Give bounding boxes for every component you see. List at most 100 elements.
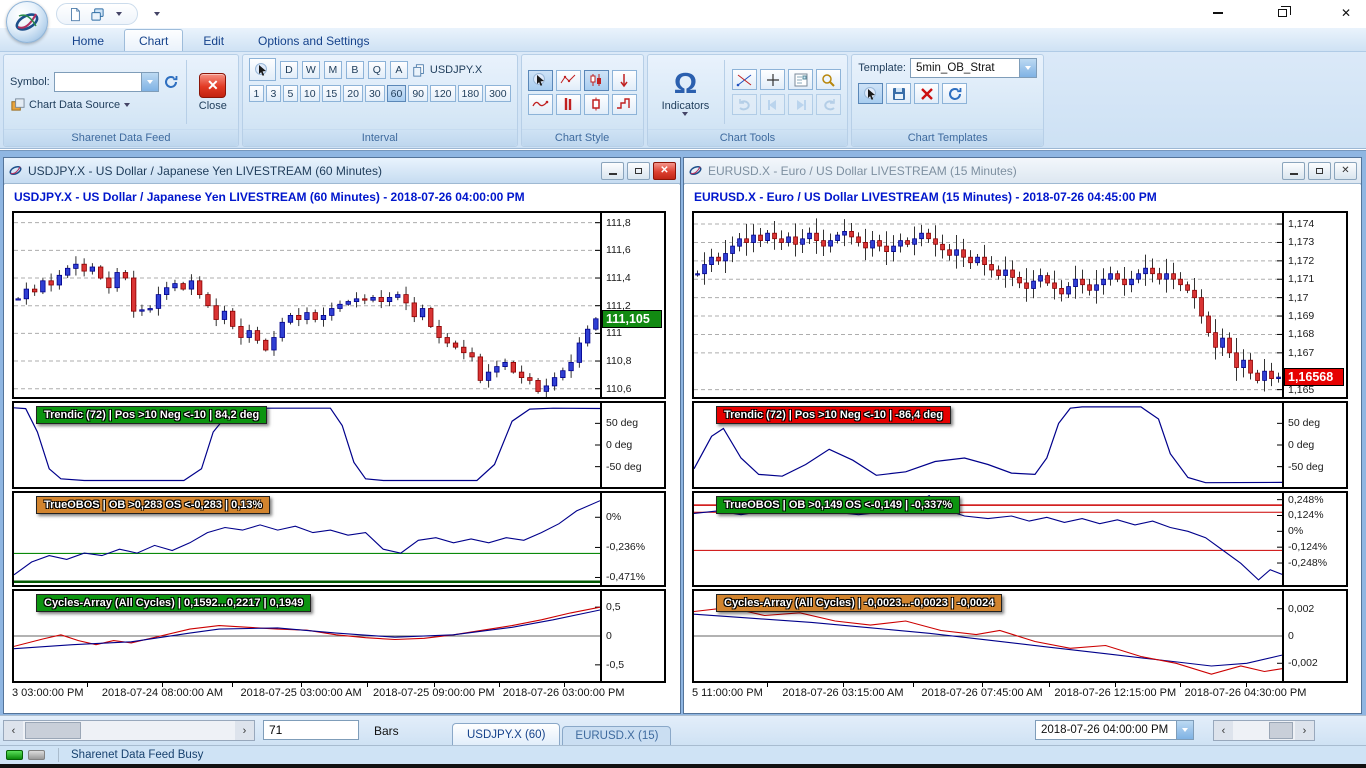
ribbon-tab-home[interactable]: Home [58, 30, 118, 51]
bar-drop-style-button[interactable] [612, 70, 637, 91]
child-close-button[interactable]: ✕ [653, 162, 676, 180]
period-m-button[interactable]: M [324, 61, 342, 79]
axis-tick-label: -0,124% [1288, 541, 1327, 553]
axis-tick-label: 1,168 [1288, 328, 1314, 340]
ribbon-tab-options-and-settings[interactable]: Options and Settings [244, 30, 383, 51]
watchlist-tool-button[interactable] [788, 69, 813, 90]
vbars-style-button[interactable] [556, 94, 581, 115]
axis-tick-label: 0% [606, 511, 621, 523]
magnifier-tool-button[interactable] [816, 69, 841, 90]
chart-scrollbar-left[interactable]: ‹ › [3, 720, 255, 741]
child-minimize-button[interactable] [1282, 162, 1305, 180]
close-button[interactable]: ✕ [1336, 3, 1356, 23]
symbol-dropdown-button[interactable] [141, 73, 158, 91]
group-interval: DWMBQA USDJPY.X 135101520306090120180300… [242, 54, 518, 147]
restore-button[interactable] [1272, 3, 1292, 23]
child-title-bar[interactable]: EURUSD.X - Euro / US Dollar LIVESTREAM (… [684, 158, 1361, 184]
candlestick-plot[interactable] [692, 211, 1284, 399]
symbol-combobox[interactable] [54, 72, 159, 92]
template-combobox[interactable]: 5min_OB_Strat [910, 58, 1037, 78]
interval-3-button[interactable]: 3 [266, 85, 281, 102]
interval-300-button[interactable]: 300 [485, 85, 511, 102]
interval-90-button[interactable]: 90 [408, 85, 428, 102]
cursor-icon [253, 62, 271, 78]
period-w-button[interactable]: W [302, 61, 320, 79]
interval-60-button[interactable]: 60 [387, 85, 407, 102]
child-maximize-button[interactable] [627, 162, 650, 180]
interval-10-button[interactable]: 10 [300, 85, 320, 102]
child-title-bar[interactable]: USDJPY.X - US Dollar / Japanese Yen LIVE… [4, 158, 680, 184]
interval-120-button[interactable]: 120 [430, 85, 456, 102]
child-window-title: EURUSD.X - Euro / US Dollar LIVESTREAM (… [708, 164, 1017, 178]
interval-5-button[interactable]: 5 [283, 85, 298, 102]
candles-style-button[interactable] [584, 70, 609, 91]
x-axis-tick [843, 682, 844, 687]
indicators-button[interactable]: Ω Indicators [654, 69, 718, 116]
bars-count-input[interactable] [263, 720, 359, 740]
indicator-plot[interactable]: TrueOBOS | OB >0,283 OS <-0,283 | 0,13% [12, 491, 602, 587]
axis-tick-label: 110,8 [606, 355, 632, 367]
chart-data-source-button[interactable]: Chart Data Source [10, 97, 179, 112]
new-document-button[interactable] [66, 5, 84, 23]
interval-30-button[interactable]: 30 [365, 85, 385, 102]
interval-15-button[interactable]: 15 [322, 85, 342, 102]
crosshair-tool-button[interactable] [760, 69, 785, 90]
doc-tab-usdjpy-x-60-[interactable]: USDJPY.X (60) [452, 723, 560, 746]
ribbon-tab-chart[interactable]: Chart [124, 29, 183, 51]
close-chart-button[interactable]: ✕ Close [194, 73, 232, 112]
indicator-plot[interactable]: TrueOBOS | OB >0,149 OS <-0,149 | -0,337… [692, 491, 1284, 587]
period-d-button[interactable]: D [280, 61, 298, 79]
trend-lines-tool-button[interactable] [732, 69, 757, 90]
scroll-thumb[interactable] [1269, 722, 1293, 739]
indicator-plot[interactable]: Trendic (72) | Pos >10 Neg <-10 | -86,4 … [692, 401, 1284, 489]
interval-1-button[interactable]: 1 [249, 85, 264, 102]
indicator-plot[interactable]: Trendic (72) | Pos >10 Neg <-10 | 84,2 d… [12, 401, 602, 489]
template-dropdown-button[interactable] [1019, 59, 1036, 77]
datetime-combobox[interactable]: 2018-07-26 04:00:00 PM [1035, 720, 1194, 740]
indicator-plot[interactable]: Cycles-Array (All Cycles) | -0,0023...-0… [692, 589, 1284, 683]
doc-tab-eurusd-x-15-[interactable]: EURUSD.X (15) [562, 726, 671, 746]
x-axis-label: 3 03:00:00 PM [12, 687, 84, 699]
candlestick-plot[interactable] [12, 211, 602, 399]
child-close-button[interactable]: ✕ [1334, 162, 1357, 180]
indicator-plot[interactable]: Cycles-Array (All Cycles) | 0,1592...0,2… [12, 589, 602, 683]
axis-tick-label: -0,002 [1288, 657, 1318, 669]
cursor-style-button[interactable] [528, 70, 553, 91]
scroll-thumb[interactable] [25, 722, 81, 739]
wave-style-button[interactable] [528, 94, 553, 115]
template-delete-button[interactable] [914, 83, 939, 104]
template-refresh-button[interactable] [942, 83, 967, 104]
scroll-right-icon[interactable]: › [235, 721, 254, 740]
datetime-dropdown-button[interactable] [1176, 721, 1193, 739]
child-minimize-button[interactable] [601, 162, 624, 180]
period-a-button[interactable]: A [390, 61, 408, 79]
steps-style-button[interactable] [612, 94, 637, 115]
app-logo-button[interactable] [6, 1, 48, 43]
interval-20-button[interactable]: 20 [343, 85, 363, 102]
child-window-controls: ✕ [601, 162, 676, 180]
chart-scrollbar-right[interactable]: ‹ › [1213, 720, 1315, 741]
refresh-icon[interactable] [163, 74, 179, 90]
trendic-panel: Trendic (72) | Pos >10 Neg <-10 | -86,4 … [692, 401, 1348, 489]
line-dots-style-button[interactable] [556, 70, 581, 91]
period-b-button[interactable]: B [346, 61, 364, 79]
ohlc-box-style-button[interactable] [584, 94, 609, 115]
ribbon-tab-edit[interactable]: Edit [189, 30, 238, 51]
interval-180-button[interactable]: 180 [458, 85, 484, 102]
window-arrange-button[interactable] [88, 5, 106, 23]
time-axis: 5 11:00:00 PM2018-07-26 03:15:00 AM2018-… [692, 685, 1284, 701]
indicator-label: Cycles-Array (All Cycles) | 0,1592...0,2… [36, 594, 311, 612]
template-save-button[interactable] [886, 83, 911, 104]
scroll-right-icon[interactable]: › [1295, 721, 1314, 740]
period-q-button[interactable]: Q [368, 61, 386, 79]
minimize-button[interactable] [1208, 3, 1228, 23]
child-maximize-button[interactable] [1308, 162, 1331, 180]
pages-icon [412, 63, 426, 77]
customize-quick-access-button[interactable] [150, 7, 164, 21]
window-arrange-dropdown[interactable] [110, 5, 128, 23]
template-cursor-button[interactable] [858, 83, 883, 104]
pointer-mode-button[interactable] [249, 58, 276, 81]
template-buttons [858, 83, 967, 104]
scroll-left-icon[interactable]: ‹ [1214, 721, 1233, 740]
scroll-left-icon[interactable]: ‹ [4, 721, 23, 740]
